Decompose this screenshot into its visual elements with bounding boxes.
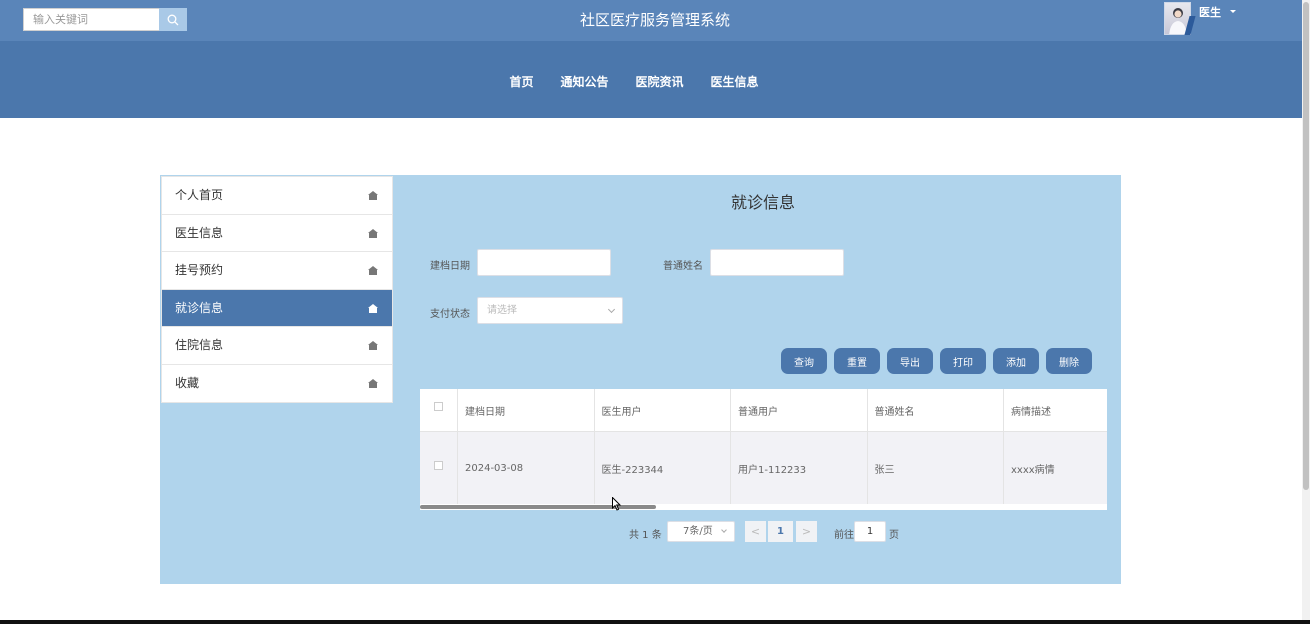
pay-status-placeholder: 请选择 [487,305,517,316]
action-toolbar: 查询 重置 导出 打印 添加 删除 [781,348,1092,374]
goto-unit: 页 [889,530,899,541]
home-icon [368,191,378,200]
home-icon [368,341,378,350]
pagination-total: 共 1 条 [629,530,662,541]
site-title: 社区医疗服务管理系统 [579,11,730,29]
select-all-checkbox[interactable] [434,402,443,411]
table-header: 建档日期 医生用户 普通用户 普通姓名 病情描述 [420,389,1107,431]
column-header[interactable]: 普通姓名 [868,389,1004,431]
page-size-value: 7条/页 [683,526,713,537]
sidebar-item-inpatient[interactable]: 住院信息 [162,327,392,365]
chevron-down-icon [721,527,727,533]
sidebar: 个人首页 医生信息 挂号预约 就诊信息 住院信息 收藏 [161,176,393,403]
prev-page-button[interactable]: < [745,521,766,542]
goto-label: 前往 [834,530,854,541]
home-icon [368,303,378,313]
row-checkbox-cell [420,432,458,504]
sidebar-item-label: 医生信息 [175,225,224,240]
table-cell: 2024-03-08 [458,432,595,504]
row-checkbox[interactable] [434,461,443,470]
column-header[interactable]: 医生用户 [595,389,731,431]
sidebar-item-doctor-info[interactable]: 医生信息 [162,215,392,252]
sidebar-item-label: 就诊信息 [175,300,224,315]
column-header[interactable]: 建档日期 [458,389,595,431]
header-checkbox-cell [420,389,458,431]
sidebar-item-appointment[interactable]: 挂号预约 [162,252,392,290]
home-icon [368,228,378,238]
nav-item-home[interactable]: 首页 [509,73,533,90]
column-header[interactable]: 病情描述 [1004,389,1107,431]
table-cell: 用户1-112233 [731,432,868,504]
pay-status-label: 支付状态 [430,309,470,320]
reset-button[interactable]: 重置 [834,348,880,374]
top-bar: 输入关键词 社区医疗服务管理系统 医生 [0,0,1310,41]
nav-item-doctors[interactable]: 医生信息 [711,73,759,90]
page-scrollbar-thumb[interactable] [1303,2,1309,490]
sidebar-item-label: 个人首页 [175,188,224,202]
name-filter-label: 普通姓名 [663,261,703,272]
nav-item-news[interactable]: 医院资讯 [636,73,684,90]
chevron-down-icon [607,305,616,314]
nav-bar: 首页 通知公告 医院资讯 医生信息 [0,41,1310,118]
nav-item-notices[interactable]: 通知公告 [560,73,608,90]
data-table: 建档日期 医生用户 普通用户 普通姓名 病情描述 2024-03-08 医生-2… [420,389,1107,504]
sidebar-item-profile[interactable]: 个人首页 [162,177,392,215]
print-button[interactable]: 打印 [940,348,986,374]
table-cell: 医生-223344 [595,432,731,504]
sidebar-item-label: 收藏 [175,375,200,390]
next-page-button[interactable]: > [796,521,817,542]
table-row[interactable]: 2024-03-08 医生-223344 用户1-112233 张三 xxxx病… [420,431,1107,504]
add-button[interactable]: 添加 [993,348,1039,374]
table-cell: 张三 [868,432,1004,504]
delete-button[interactable]: 删除 [1046,348,1092,374]
table-cell: xxxx病情 [1004,432,1107,504]
export-button[interactable]: 导出 [887,348,933,374]
chevron-down-icon[interactable] [1230,10,1236,13]
date-filter-label: 建档日期 [430,261,470,272]
page-size-select[interactable]: 7条/页 [667,521,735,542]
pay-status-select[interactable]: 请选择 [477,297,623,324]
sidebar-item-label: 住院信息 [175,338,224,352]
date-filter-input[interactable] [477,249,611,276]
user-menu[interactable]: 医生 [1199,4,1221,20]
home-icon [368,378,378,388]
column-header[interactable]: 普通用户 [731,389,868,431]
page-number[interactable]: 1 [768,521,793,542]
page: 输入关键词 社区医疗服务管理系统 医生 首页 通知公告 医院资讯 医生信息 个人… [0,0,1310,624]
name-filter-input[interactable] [710,249,844,276]
home-icon [368,266,378,275]
sidebar-item-favorites[interactable]: 收藏 [162,365,392,403]
query-button[interactable]: 查询 [781,348,827,374]
page-title: 就诊信息 [730,193,795,212]
window-bottom-edge [0,620,1310,624]
sidebar-item-label: 挂号预约 [175,263,224,277]
goto-page-input[interactable]: 1 [854,521,886,542]
sidebar-item-visits[interactable]: 就诊信息 [162,289,392,327]
mouse-cursor-icon [612,497,622,511]
